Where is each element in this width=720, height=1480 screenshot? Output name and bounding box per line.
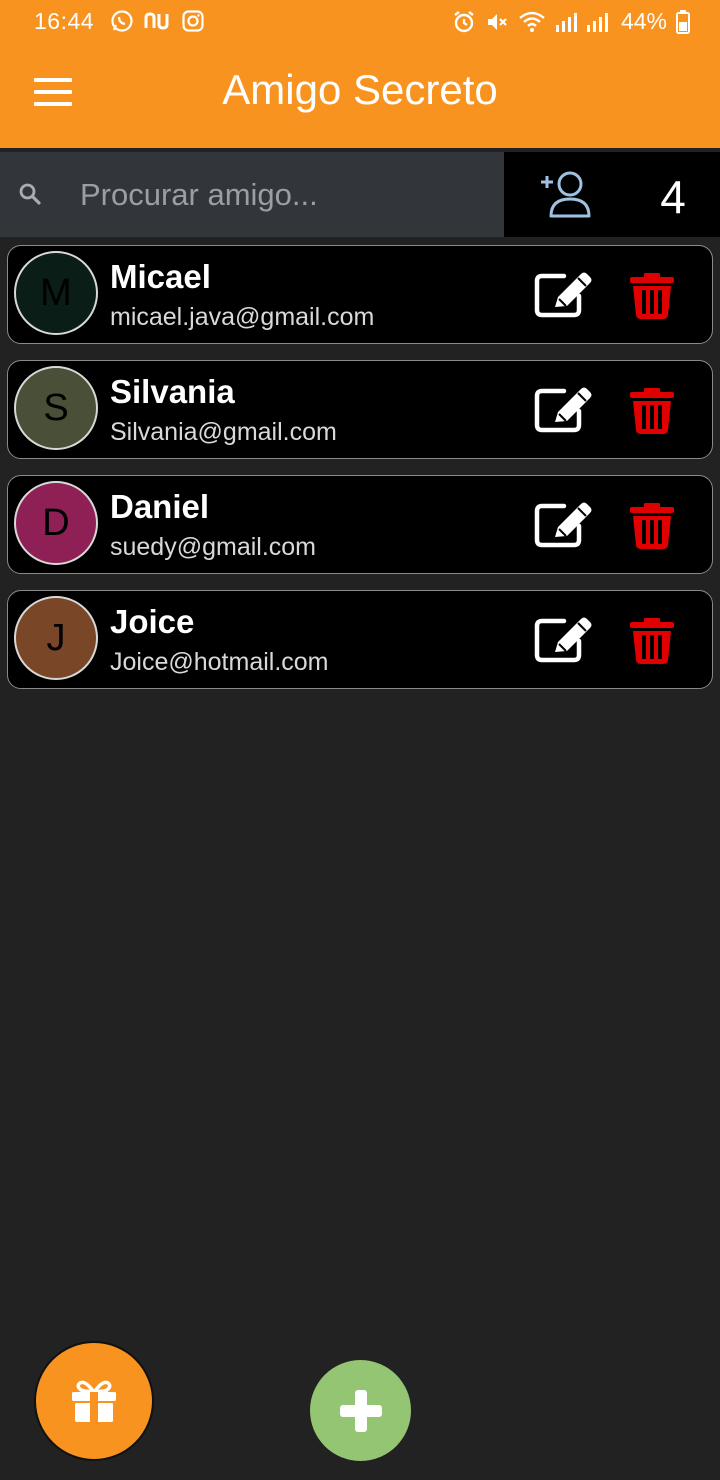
battery-percentage: 44% [620, 8, 667, 34]
edit-icon[interactable] [532, 500, 594, 550]
friend-email: Silvania@gmail.com [110, 418, 337, 446]
friend-name: Daniel [110, 488, 210, 525]
add-person-icon[interactable] [538, 168, 594, 220]
add-friend-button[interactable] [310, 1360, 411, 1461]
avatar: D [14, 481, 98, 565]
friend-count: 4 [660, 171, 686, 223]
friend-email: Joice@hotmail.com [110, 648, 329, 676]
friend-email: micael.java@gmail.com [110, 303, 375, 331]
status-bar: 16:44 44% [0, 0, 720, 44]
gift-icon [72, 1380, 116, 1422]
plus-icon [339, 1389, 382, 1432]
friend-card[interactable]: M Micael micael.java@gmail.com [7, 245, 713, 344]
app-title: Amigo Secreto [222, 66, 498, 113]
avatar: J [14, 596, 98, 680]
app-bar: 16:44 44% Amigo Secreto [0, 0, 720, 148]
search-input[interactable] [78, 172, 492, 218]
search-field [0, 152, 504, 237]
trash-icon[interactable] [630, 273, 674, 319]
avatar-initial: M [40, 271, 72, 314]
friend-card[interactable]: D Daniel suedy@gmail.com [7, 475, 713, 574]
trash-icon[interactable] [630, 503, 674, 549]
avatar-initial: J [46, 616, 66, 659]
edit-icon[interactable] [532, 385, 594, 435]
signal-icon-1 [555, 12, 577, 32]
search-icon [19, 183, 41, 205]
nubank-icon [144, 12, 169, 30]
friend-list: M Micael micael.java@gmail.com S Silvani… [7, 245, 713, 705]
signal-icon-2 [586, 12, 608, 32]
avatar-initial: S [43, 386, 69, 429]
trash-icon[interactable] [630, 618, 674, 664]
friend-name: Micael [110, 258, 211, 295]
draw-gift-button[interactable] [34, 1341, 154, 1461]
search-bar: 4 [0, 152, 720, 237]
friend-card[interactable]: J Joice Joice@hotmail.com [7, 590, 713, 689]
avatar-initial: D [42, 501, 70, 544]
trash-icon[interactable] [630, 388, 674, 434]
avatar: M [14, 251, 98, 335]
friend-card[interactable]: S Silvania Silvania@gmail.com [7, 360, 713, 459]
notification-icons [110, 9, 204, 33]
mute-icon [487, 13, 507, 30]
avatar: S [14, 366, 98, 450]
edit-icon[interactable] [532, 615, 594, 665]
status-time: 16:44 [34, 8, 95, 34]
battery-icon [676, 9, 690, 34]
friend-email: suedy@gmail.com [110, 533, 317, 561]
system-icons: 44% [452, 8, 690, 35]
wifi-icon [519, 11, 545, 32]
alarm-icon [454, 10, 474, 32]
whatsapp-icon [111, 10, 133, 32]
instagram-icon [182, 10, 204, 32]
friend-name: Joice [110, 603, 195, 640]
edit-icon[interactable] [532, 270, 594, 320]
friend-name: Silvania [110, 373, 235, 410]
